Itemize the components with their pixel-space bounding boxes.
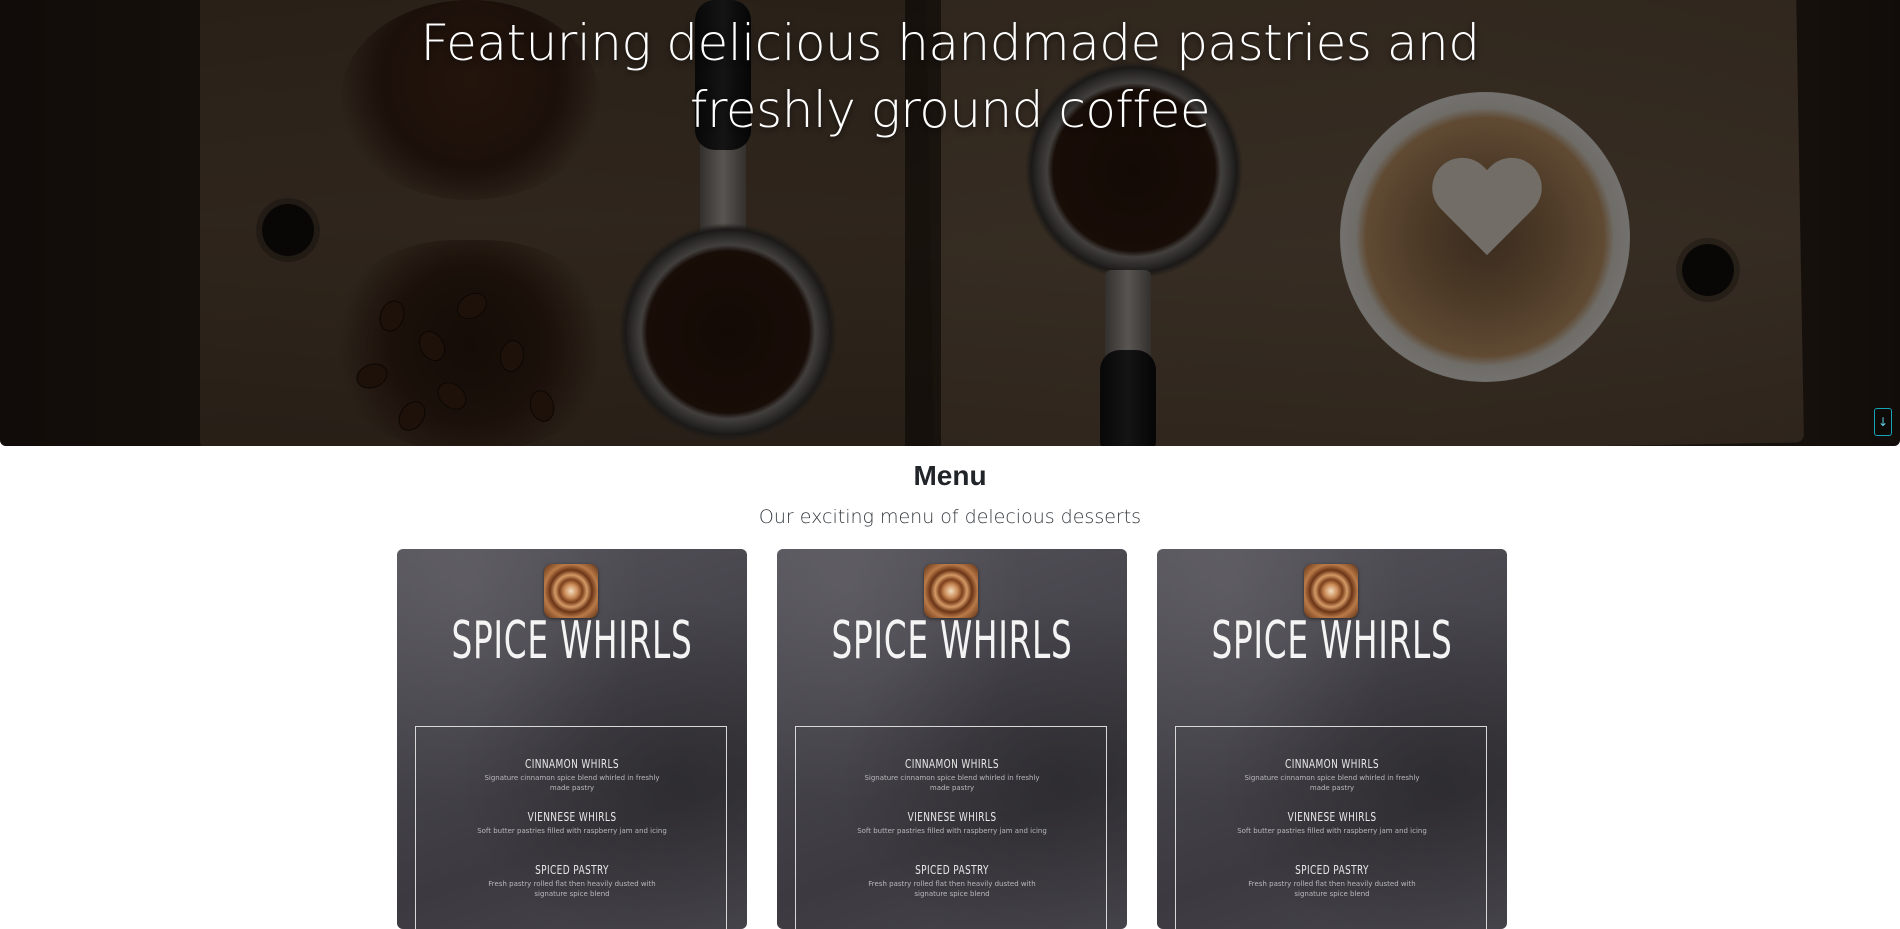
menu-card[interactable]: SPICE WHIRLS CINNAMON WHIRLS Signature c… — [777, 549, 1127, 929]
menu-item-description: Signature cinnamon spice blend whirled i… — [1244, 774, 1420, 792]
menu-item-description: Signature cinnamon spice blend whirled i… — [484, 774, 660, 792]
menu-item-description: Signature cinnamon spice blend whirled i… — [864, 774, 1040, 792]
scroll-down-button[interactable]: ↓ — [1874, 408, 1892, 436]
menu-card-title: SPICE WHIRLS — [451, 611, 693, 671]
menu-item: SPICED PASTRY Fresh pastry rolled flat t… — [796, 863, 1108, 899]
menu-card-frame: CINNAMON WHIRLS Signature cinnamon spice… — [415, 726, 727, 929]
menu-item: VIENNESE WHIRLS Soft butter pastries fil… — [1176, 810, 1488, 836]
menu-card-frame: CINNAMON WHIRLS Signature cinnamon spice… — [795, 726, 1107, 929]
spice-whirl-logo-icon — [1304, 564, 1358, 618]
menu-item-name: VIENNESE WHIRLS — [527, 810, 617, 824]
menu-item-name: SPICED PASTRY — [915, 863, 989, 877]
menu-item: CINNAMON WHIRLS Signature cinnamon spice… — [416, 757, 728, 793]
menu-item-description: Fresh pastry rolled flat then heavily du… — [1248, 880, 1416, 898]
menu-item: VIENNESE WHIRLS Soft butter pastries fil… — [416, 810, 728, 836]
menu-card-frame: CINNAMON WHIRLS Signature cinnamon spice… — [1175, 726, 1487, 929]
menu-card[interactable]: SPICE WHIRLS CINNAMON WHIRLS Signature c… — [1157, 549, 1507, 929]
menu-item-name: VIENNESE WHIRLS — [907, 810, 997, 824]
menu-item-description: Fresh pastry rolled flat then heavily du… — [868, 880, 1036, 898]
menu-item: VIENNESE WHIRLS Soft butter pastries fil… — [796, 810, 1108, 836]
hero-title: Featuring delicious handmade pastries an… — [420, 14, 1480, 139]
menu-card[interactable]: SPICE WHIRLS CINNAMON WHIRLS Signature c… — [397, 549, 747, 929]
menu-item: SPICED PASTRY Fresh pastry rolled flat t… — [416, 863, 728, 899]
menu-subheading: Our exciting menu of delecious desserts — [758, 506, 1142, 528]
menu-item-description: Soft butter pastries filled with raspber… — [1237, 827, 1427, 835]
menu-item-name: VIENNESE WHIRLS — [1287, 810, 1377, 824]
menu-item-name: SPICED PASTRY — [1295, 863, 1369, 877]
spice-whirl-logo-icon — [544, 564, 598, 618]
menu-item-name: SPICED PASTRY — [535, 863, 609, 877]
menu-item-description: Soft butter pastries filled with raspber… — [477, 827, 667, 835]
menu-item-name: CINNAMON WHIRLS — [1285, 757, 1379, 771]
hero-banner: Featuring delicious handmade pastries an… — [0, 0, 1900, 446]
menu-item-description: Soft butter pastries filled with raspber… — [857, 827, 1047, 835]
menu-item: SPICED PASTRY Fresh pastry rolled flat t… — [1176, 863, 1488, 899]
menu-card-title: SPICE WHIRLS — [1211, 611, 1453, 671]
menu-item: CINNAMON WHIRLS Signature cinnamon spice… — [1176, 757, 1488, 793]
menu-item-name: CINNAMON WHIRLS — [905, 757, 999, 771]
menu-card-title: SPICE WHIRLS — [831, 611, 1073, 671]
menu-item-name: CINNAMON WHIRLS — [525, 757, 619, 771]
menu-item-description: Fresh pastry rolled flat then heavily du… — [488, 880, 656, 898]
menu-item: CINNAMON WHIRLS Signature cinnamon spice… — [796, 757, 1108, 793]
spice-whirl-logo-icon — [924, 564, 978, 618]
menu-heading: Menu — [913, 460, 987, 491]
